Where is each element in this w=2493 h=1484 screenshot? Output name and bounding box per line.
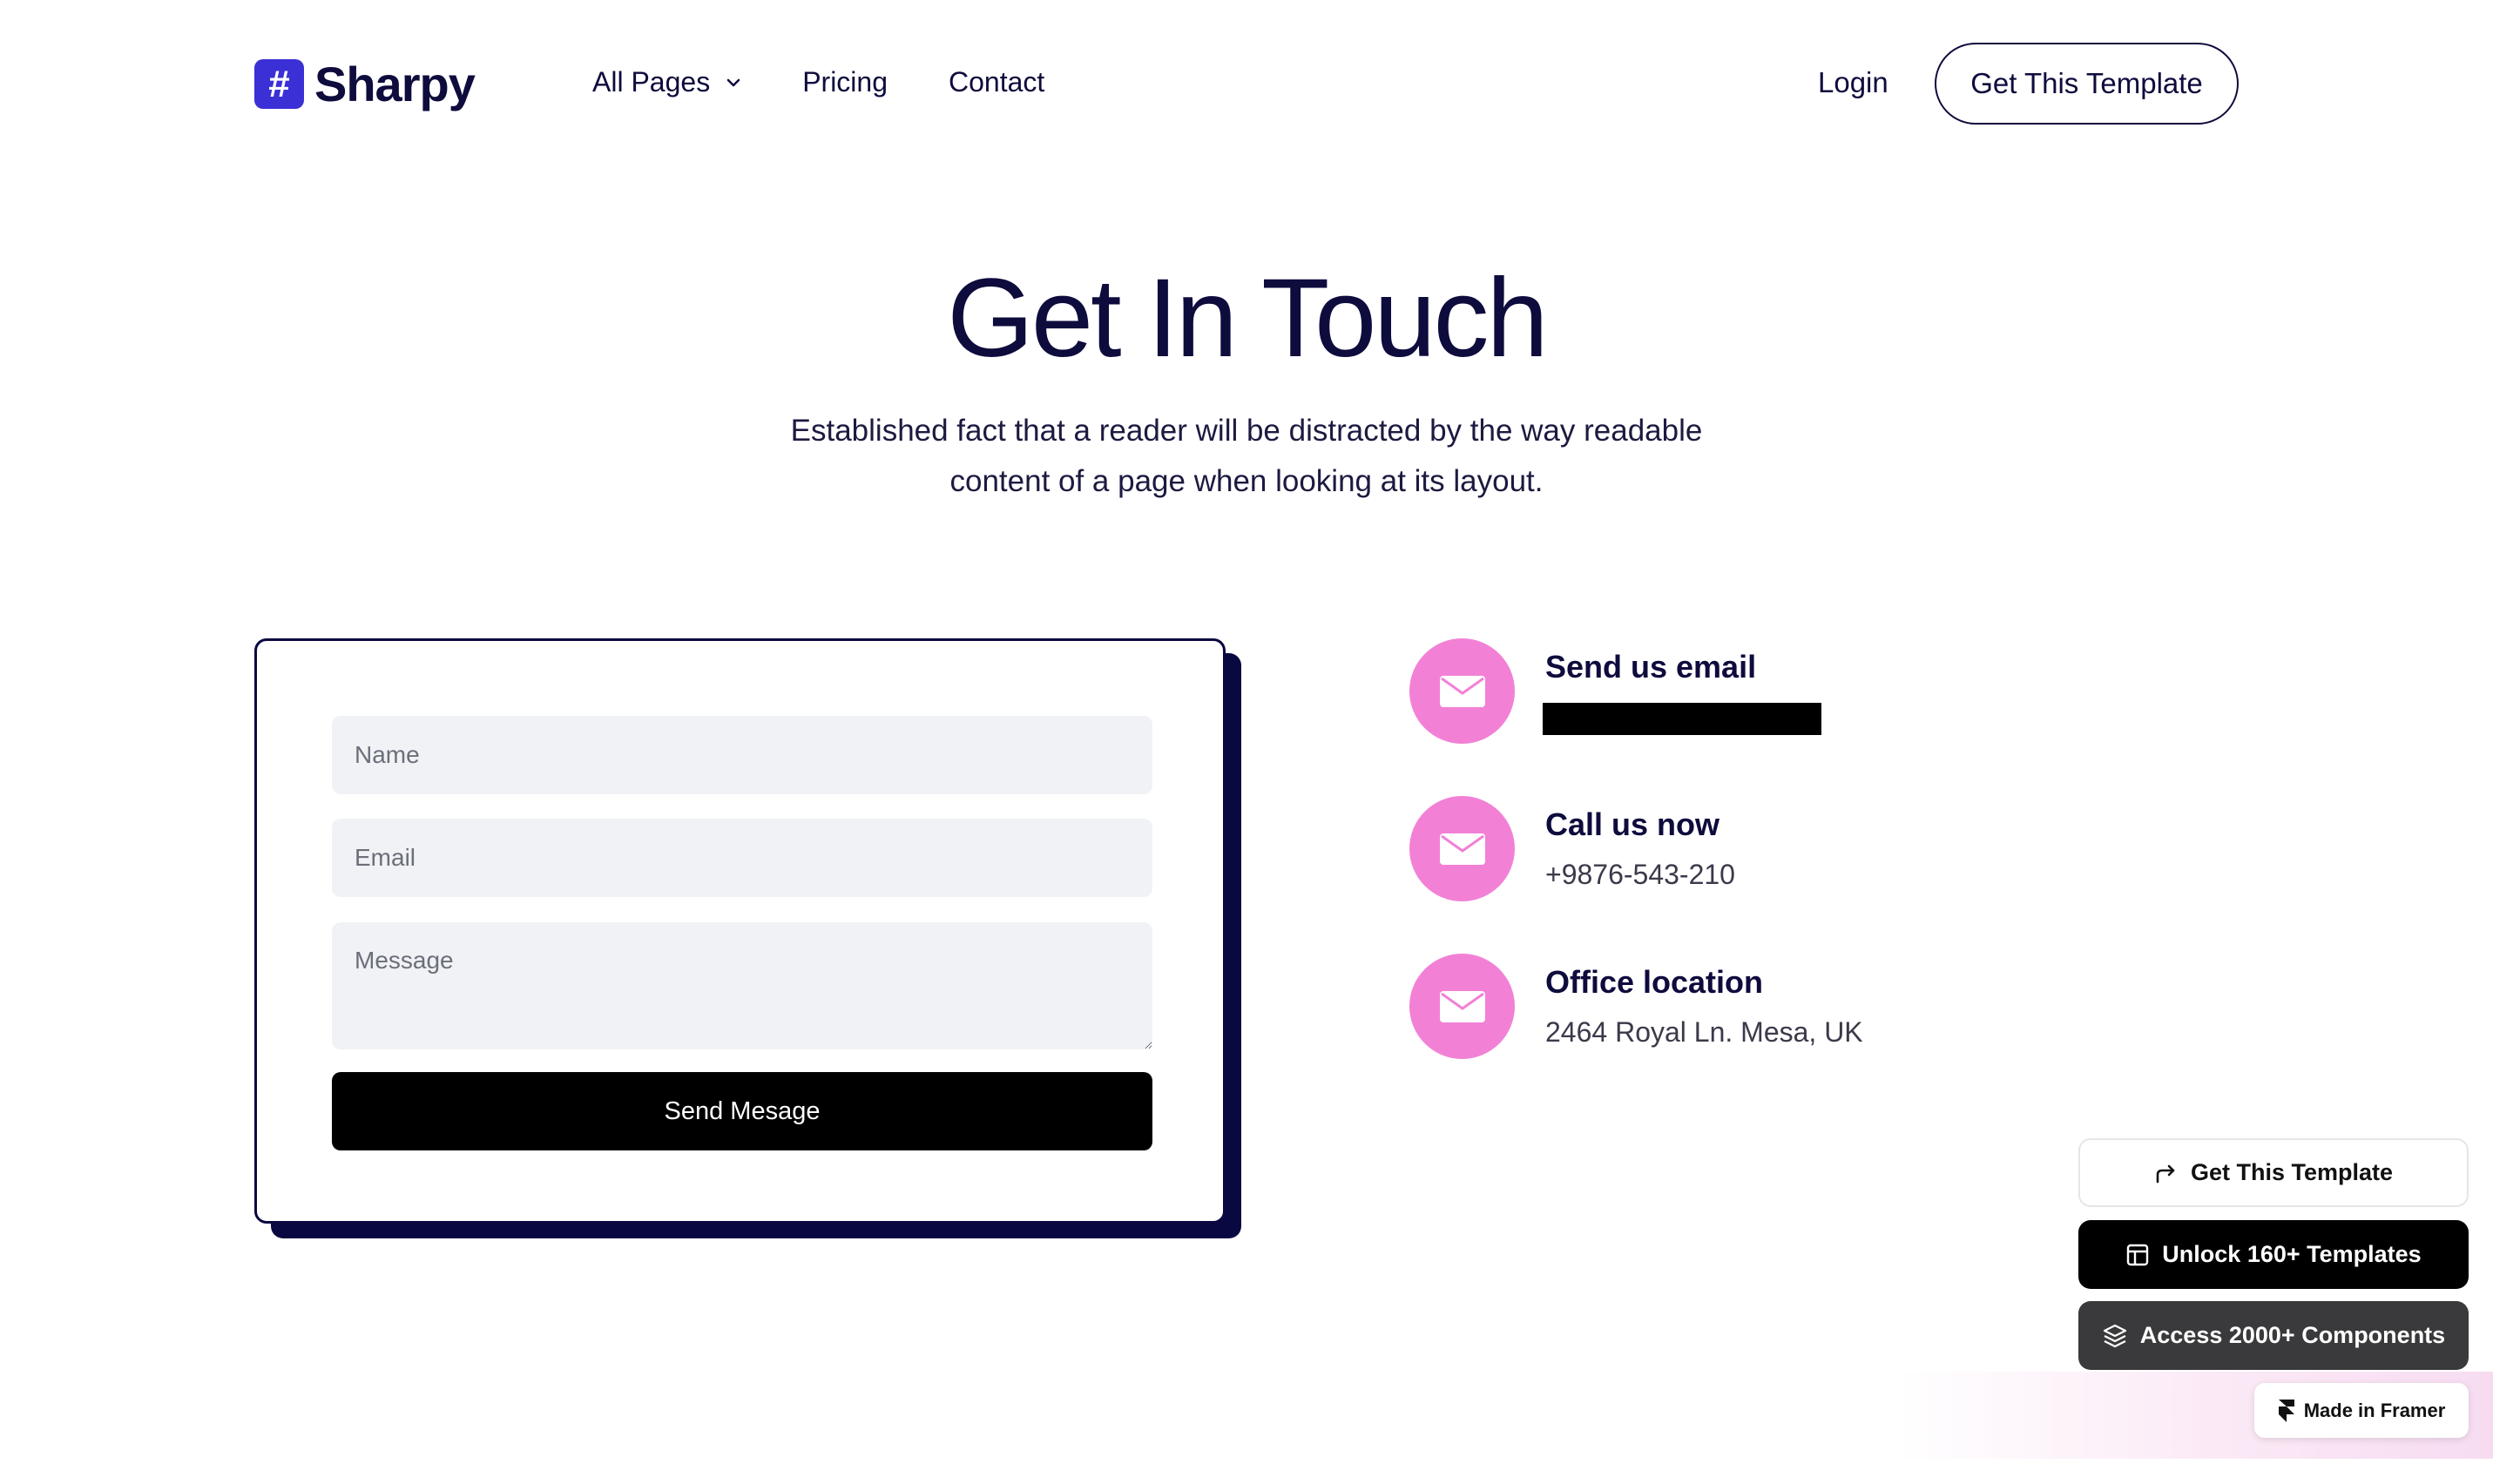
nav-item-label: Pricing xyxy=(802,66,888,98)
contact-phone-title: Call us now xyxy=(1545,806,1720,842)
access-components-button[interactable]: Access 2000+ Components xyxy=(2078,1301,2469,1370)
unlock-templates-button[interactable]: Unlock 160+ Templates xyxy=(2078,1220,2469,1289)
chevron-down-icon xyxy=(726,78,740,86)
nav-item-label: Contact xyxy=(949,66,1045,98)
brand-name: Sharpy xyxy=(314,57,476,111)
nav-item-pricing[interactable]: Pricing xyxy=(802,66,888,98)
main-nav: All Pages Pricing Contact xyxy=(592,66,1105,98)
redacted-email xyxy=(1543,703,1821,735)
subtitle-line-1: Established fact that a reader will be d… xyxy=(790,414,1703,448)
framer-get-template-label: Get This Template xyxy=(2190,1159,2394,1185)
contact-location-value: 2464 Royal Ln. Mesa, UK xyxy=(1545,1016,1863,1048)
name-input[interactable] xyxy=(332,716,1152,794)
made-in-framer-label: Made in Framer xyxy=(2303,1399,2446,1421)
share-arrow-icon xyxy=(2156,1164,2175,1183)
nav-item-all-pages[interactable]: All Pages xyxy=(592,66,741,98)
message-textarea[interactable] xyxy=(332,922,1152,1049)
nav-item-label: All Pages xyxy=(592,66,711,98)
login-link[interactable]: Login xyxy=(1818,66,1888,99)
page-title: Get In Touch xyxy=(947,256,1548,381)
unlock-templates-label: Unlock 160+ Templates xyxy=(2162,1241,2422,1267)
contact-form: Send Mesage xyxy=(254,638,1226,1224)
contact-phone-value: +9876-543-210 xyxy=(1545,859,1735,890)
framer-logo-icon xyxy=(2278,1399,2294,1422)
mail-icon xyxy=(1409,954,1515,1059)
layout-icon xyxy=(2127,1244,2149,1265)
contact-location-title: Office location xyxy=(1545,964,1764,1000)
layers-icon xyxy=(2103,1324,2126,1347)
send-message-button[interactable]: Send Mesage xyxy=(332,1072,1152,1150)
page-subtitle: Established fact that a reader will be d… xyxy=(724,406,1769,507)
mail-icon xyxy=(1409,796,1515,901)
framer-get-template-button[interactable]: Get This Template xyxy=(2078,1138,2469,1207)
made-in-framer-badge[interactable]: Made in Framer xyxy=(2254,1383,2469,1438)
access-components-label: Access 2000+ Components xyxy=(2139,1322,2446,1348)
nav-item-contact[interactable]: Contact xyxy=(949,66,1044,98)
brand-logo[interactable]: # Sharpy xyxy=(254,56,476,112)
contact-page: # Sharpy All Pages Pricing Contact Login… xyxy=(0,0,2493,1484)
email-input[interactable] xyxy=(332,819,1152,897)
contact-email-title: Send us email xyxy=(1545,649,1757,685)
hash-logo-icon: # xyxy=(254,59,304,109)
subtitle-line-2: content of a page when looking at its la… xyxy=(949,464,1544,498)
mail-icon xyxy=(1409,638,1515,744)
get-template-button[interactable]: Get This Template xyxy=(1935,43,2239,125)
